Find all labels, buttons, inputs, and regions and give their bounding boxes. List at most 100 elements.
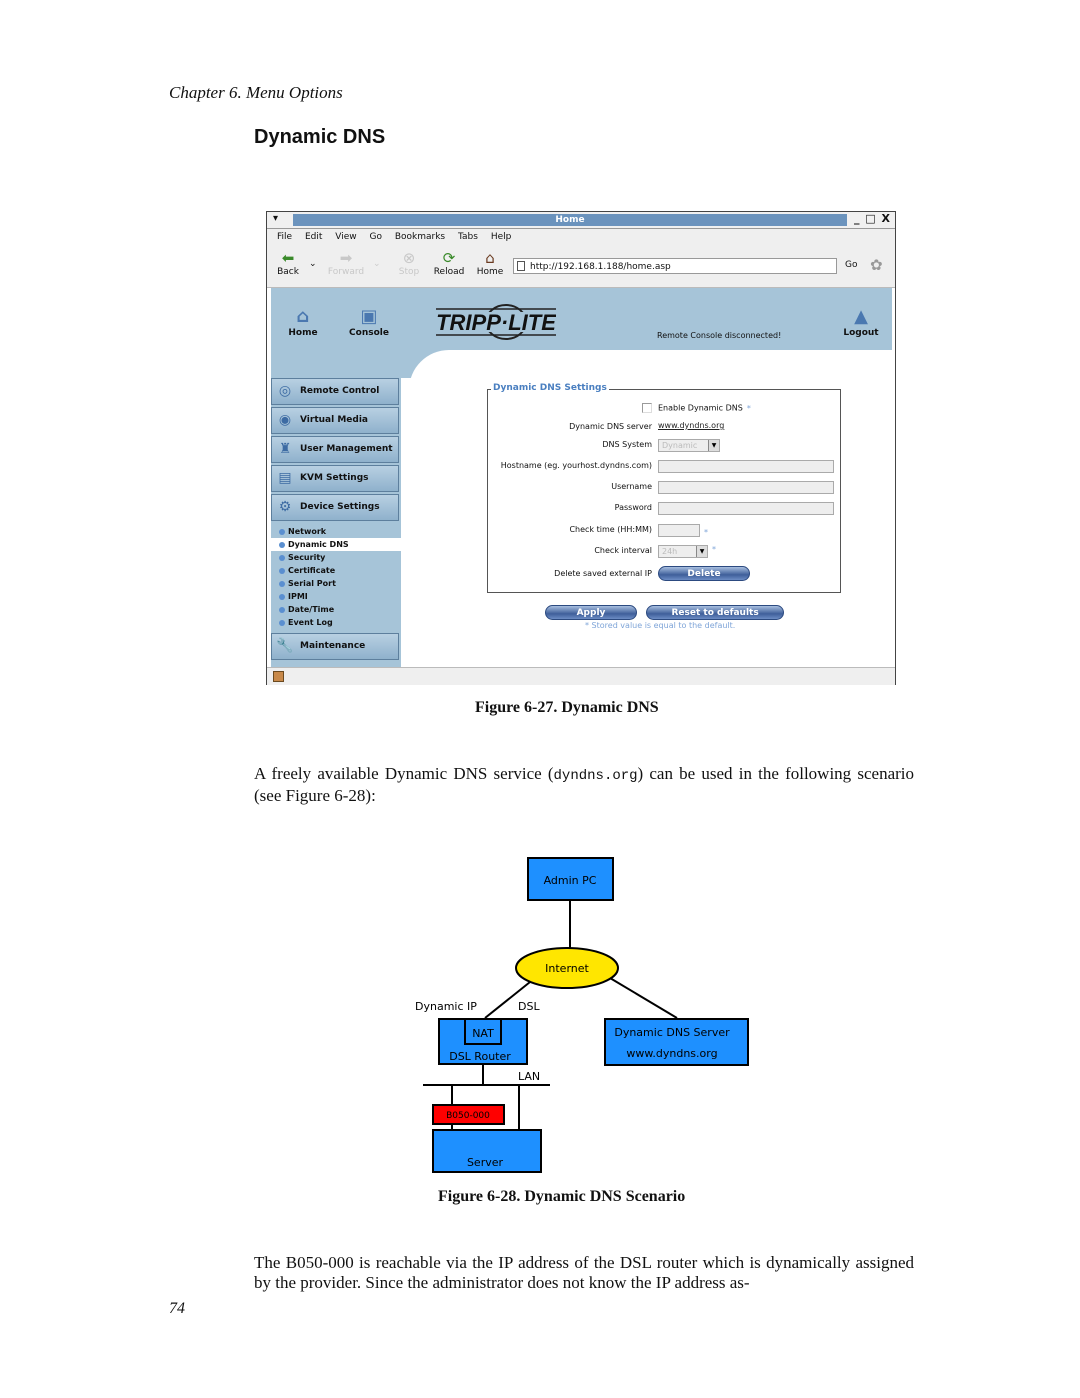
subnav-certificate[interactable]: Certificate xyxy=(271,564,401,577)
paragraph-explanation: The B050-000 is reachable via the IP add… xyxy=(254,1253,914,1292)
form-actions: Apply Reset to defaults xyxy=(545,600,785,620)
check-interval-select[interactable]: 24h ▼ xyxy=(658,545,708,558)
forward-arrow-icon: ➡ xyxy=(339,249,353,267)
menu-tabs[interactable]: Tabs xyxy=(458,229,478,245)
window-menu-icon[interactable]: ▾ xyxy=(273,213,278,224)
sidebar-item-kvm-settings[interactable]: ▤ KVM Settings xyxy=(271,465,399,492)
throbber-icon: ✿ xyxy=(870,256,883,274)
header-home-button[interactable]: ⌂ Home xyxy=(273,306,333,338)
subnav-label: IPMI xyxy=(288,592,308,601)
check-interval-value: 24h xyxy=(662,547,678,556)
para1-text: A freely available Dynamic DNS service ( xyxy=(254,764,554,783)
sidebar-item-remote-control[interactable]: ◎ Remote Control xyxy=(271,378,399,405)
device-settings-submenu: Network Dynamic DNS Security Certificate… xyxy=(271,523,401,633)
dns-system-label: DNS System xyxy=(602,440,652,449)
username-input[interactable] xyxy=(658,481,834,494)
forward-history-dropdown[interactable]: ⌄ xyxy=(373,259,381,269)
menu-help[interactable]: Help xyxy=(491,229,512,245)
window-controls[interactable]: _ □ X xyxy=(854,212,891,225)
url-text: http://192.168.1.188/home.asp xyxy=(530,262,671,272)
page-content: ⌂ Home ▣ Console TRIPP·LITE Remote Conso… xyxy=(271,288,892,667)
delete-button[interactable]: Delete xyxy=(658,566,750,581)
stop-button[interactable]: ⊗ Stop xyxy=(390,249,428,277)
check-time-row: Check time (HH:MM) * xyxy=(488,524,840,538)
menu-go[interactable]: Go xyxy=(369,229,381,245)
header-console-button[interactable]: ▣ Console xyxy=(339,306,399,338)
sidebar-item-virtual-media[interactable]: ◉ Virtual Media xyxy=(271,407,399,434)
back-history-dropdown[interactable]: ⌄ xyxy=(309,259,317,269)
password-label: Password xyxy=(614,503,652,512)
page-number: 74 xyxy=(169,1300,185,1317)
hostname-input[interactable] xyxy=(658,460,834,473)
back-button[interactable]: ⬅ Back xyxy=(269,249,307,277)
dyndns-link[interactable]: www.dyndns.org xyxy=(658,421,724,430)
sidebar-item-user-management[interactable]: ♜ User Management xyxy=(271,436,399,463)
subnav-network[interactable]: Network xyxy=(271,525,401,538)
sidebar-item-device-settings[interactable]: ⚙ Device Settings xyxy=(271,494,399,521)
delete-ip-row: Delete saved external IP Delete xyxy=(488,566,840,582)
home-button[interactable]: ⌂ Home xyxy=(471,249,509,277)
sidebar-item-label: KVM Settings xyxy=(300,473,369,483)
sidebar-item-label: User Management xyxy=(300,444,393,454)
subnav-ipmi[interactable]: IPMI xyxy=(271,590,401,603)
forward-label: Forward xyxy=(327,267,365,277)
reset-defaults-button[interactable]: Reset to defaults xyxy=(646,605,785,620)
paragraph-intro: A freely available Dynamic DNS service (… xyxy=(254,764,914,806)
password-row: Password xyxy=(488,502,840,516)
subnav-date-time[interactable]: Date/Time xyxy=(271,603,401,616)
menu-edit[interactable]: Edit xyxy=(305,229,322,245)
subnav-label: Event Log xyxy=(288,618,333,627)
check-interval-control: 24h ▼ * xyxy=(658,545,716,558)
go-button[interactable]: Go xyxy=(845,260,857,270)
sidebar-item-maintenance[interactable]: 🔧 Maintenance xyxy=(271,633,399,660)
tripp-lite-logo: TRIPP·LITE xyxy=(436,304,556,340)
sidebar-item-label: Device Settings xyxy=(300,502,380,512)
menu-bookmarks[interactable]: Bookmarks xyxy=(395,229,445,245)
default-note: * Stored value is equal to the default. xyxy=(585,621,736,630)
stop-icon: ⊗ xyxy=(402,249,416,267)
delete-ip-label: Delete saved external IP xyxy=(554,569,652,578)
page-icon xyxy=(517,261,525,271)
internet-dns-link xyxy=(609,977,678,1019)
home-label: Home xyxy=(476,267,504,277)
check-interval-label: Check interval xyxy=(594,546,652,555)
kvm-icon: ▤ xyxy=(278,470,292,486)
password-input[interactable] xyxy=(658,502,834,515)
internet-label: Internet xyxy=(545,962,589,975)
apply-button[interactable]: Apply xyxy=(545,605,637,620)
bullet-icon xyxy=(279,619,285,626)
default-star: * xyxy=(704,528,708,537)
reload-label: Reload xyxy=(433,267,465,277)
menu-file[interactable]: File xyxy=(277,229,292,245)
check-time-input[interactable] xyxy=(658,524,700,537)
reload-button[interactable]: ⟳ Reload xyxy=(430,249,468,277)
title-bar: ▾ Home _ □ X xyxy=(267,212,895,229)
stop-label: Stop xyxy=(398,267,420,277)
logout-button[interactable]: ▲ Logout xyxy=(831,306,891,338)
subnav-dynamic-dns[interactable]: Dynamic DNS xyxy=(271,538,401,551)
subnav-label: Certificate xyxy=(288,566,336,575)
back-arrow-icon: ⬅ xyxy=(281,249,295,267)
subnav-serial-port[interactable]: Serial Port xyxy=(271,577,401,590)
header-console-label: Console xyxy=(349,328,389,338)
forward-button[interactable]: ➡ Forward xyxy=(327,249,365,277)
dns-system-select[interactable]: Dynamic ▼ xyxy=(658,439,720,452)
disc-icon: ◉ xyxy=(278,412,292,428)
bullet-icon xyxy=(279,554,285,561)
subnav-security[interactable]: Security xyxy=(271,551,401,564)
lan-label: LAN xyxy=(518,1070,540,1083)
lock-icon xyxy=(273,671,284,682)
enable-dynamic-dns-checkbox[interactable] xyxy=(642,403,652,413)
gears-icon: ⚙ xyxy=(278,499,292,515)
nav-toolbar: ⬅ Back ⌄ ➡ Forward ⌄ ⊗ Stop ⟳ Reload ⌂ H… xyxy=(267,245,895,288)
username-row: Username xyxy=(488,481,840,495)
subnav-event-log[interactable]: Event Log xyxy=(271,616,401,629)
url-input[interactable]: http://192.168.1.188/home.asp xyxy=(513,258,837,274)
home-icon: ⌂ xyxy=(485,249,495,267)
wrench-icon: 🔧 xyxy=(276,638,294,654)
admin-pc-label: Admin PC xyxy=(544,874,597,887)
dsl-label: DSL xyxy=(518,1000,540,1013)
subnav-label: Security xyxy=(288,553,326,562)
sidebar-item-label: Virtual Media xyxy=(300,415,368,425)
menu-view[interactable]: View xyxy=(335,229,356,245)
